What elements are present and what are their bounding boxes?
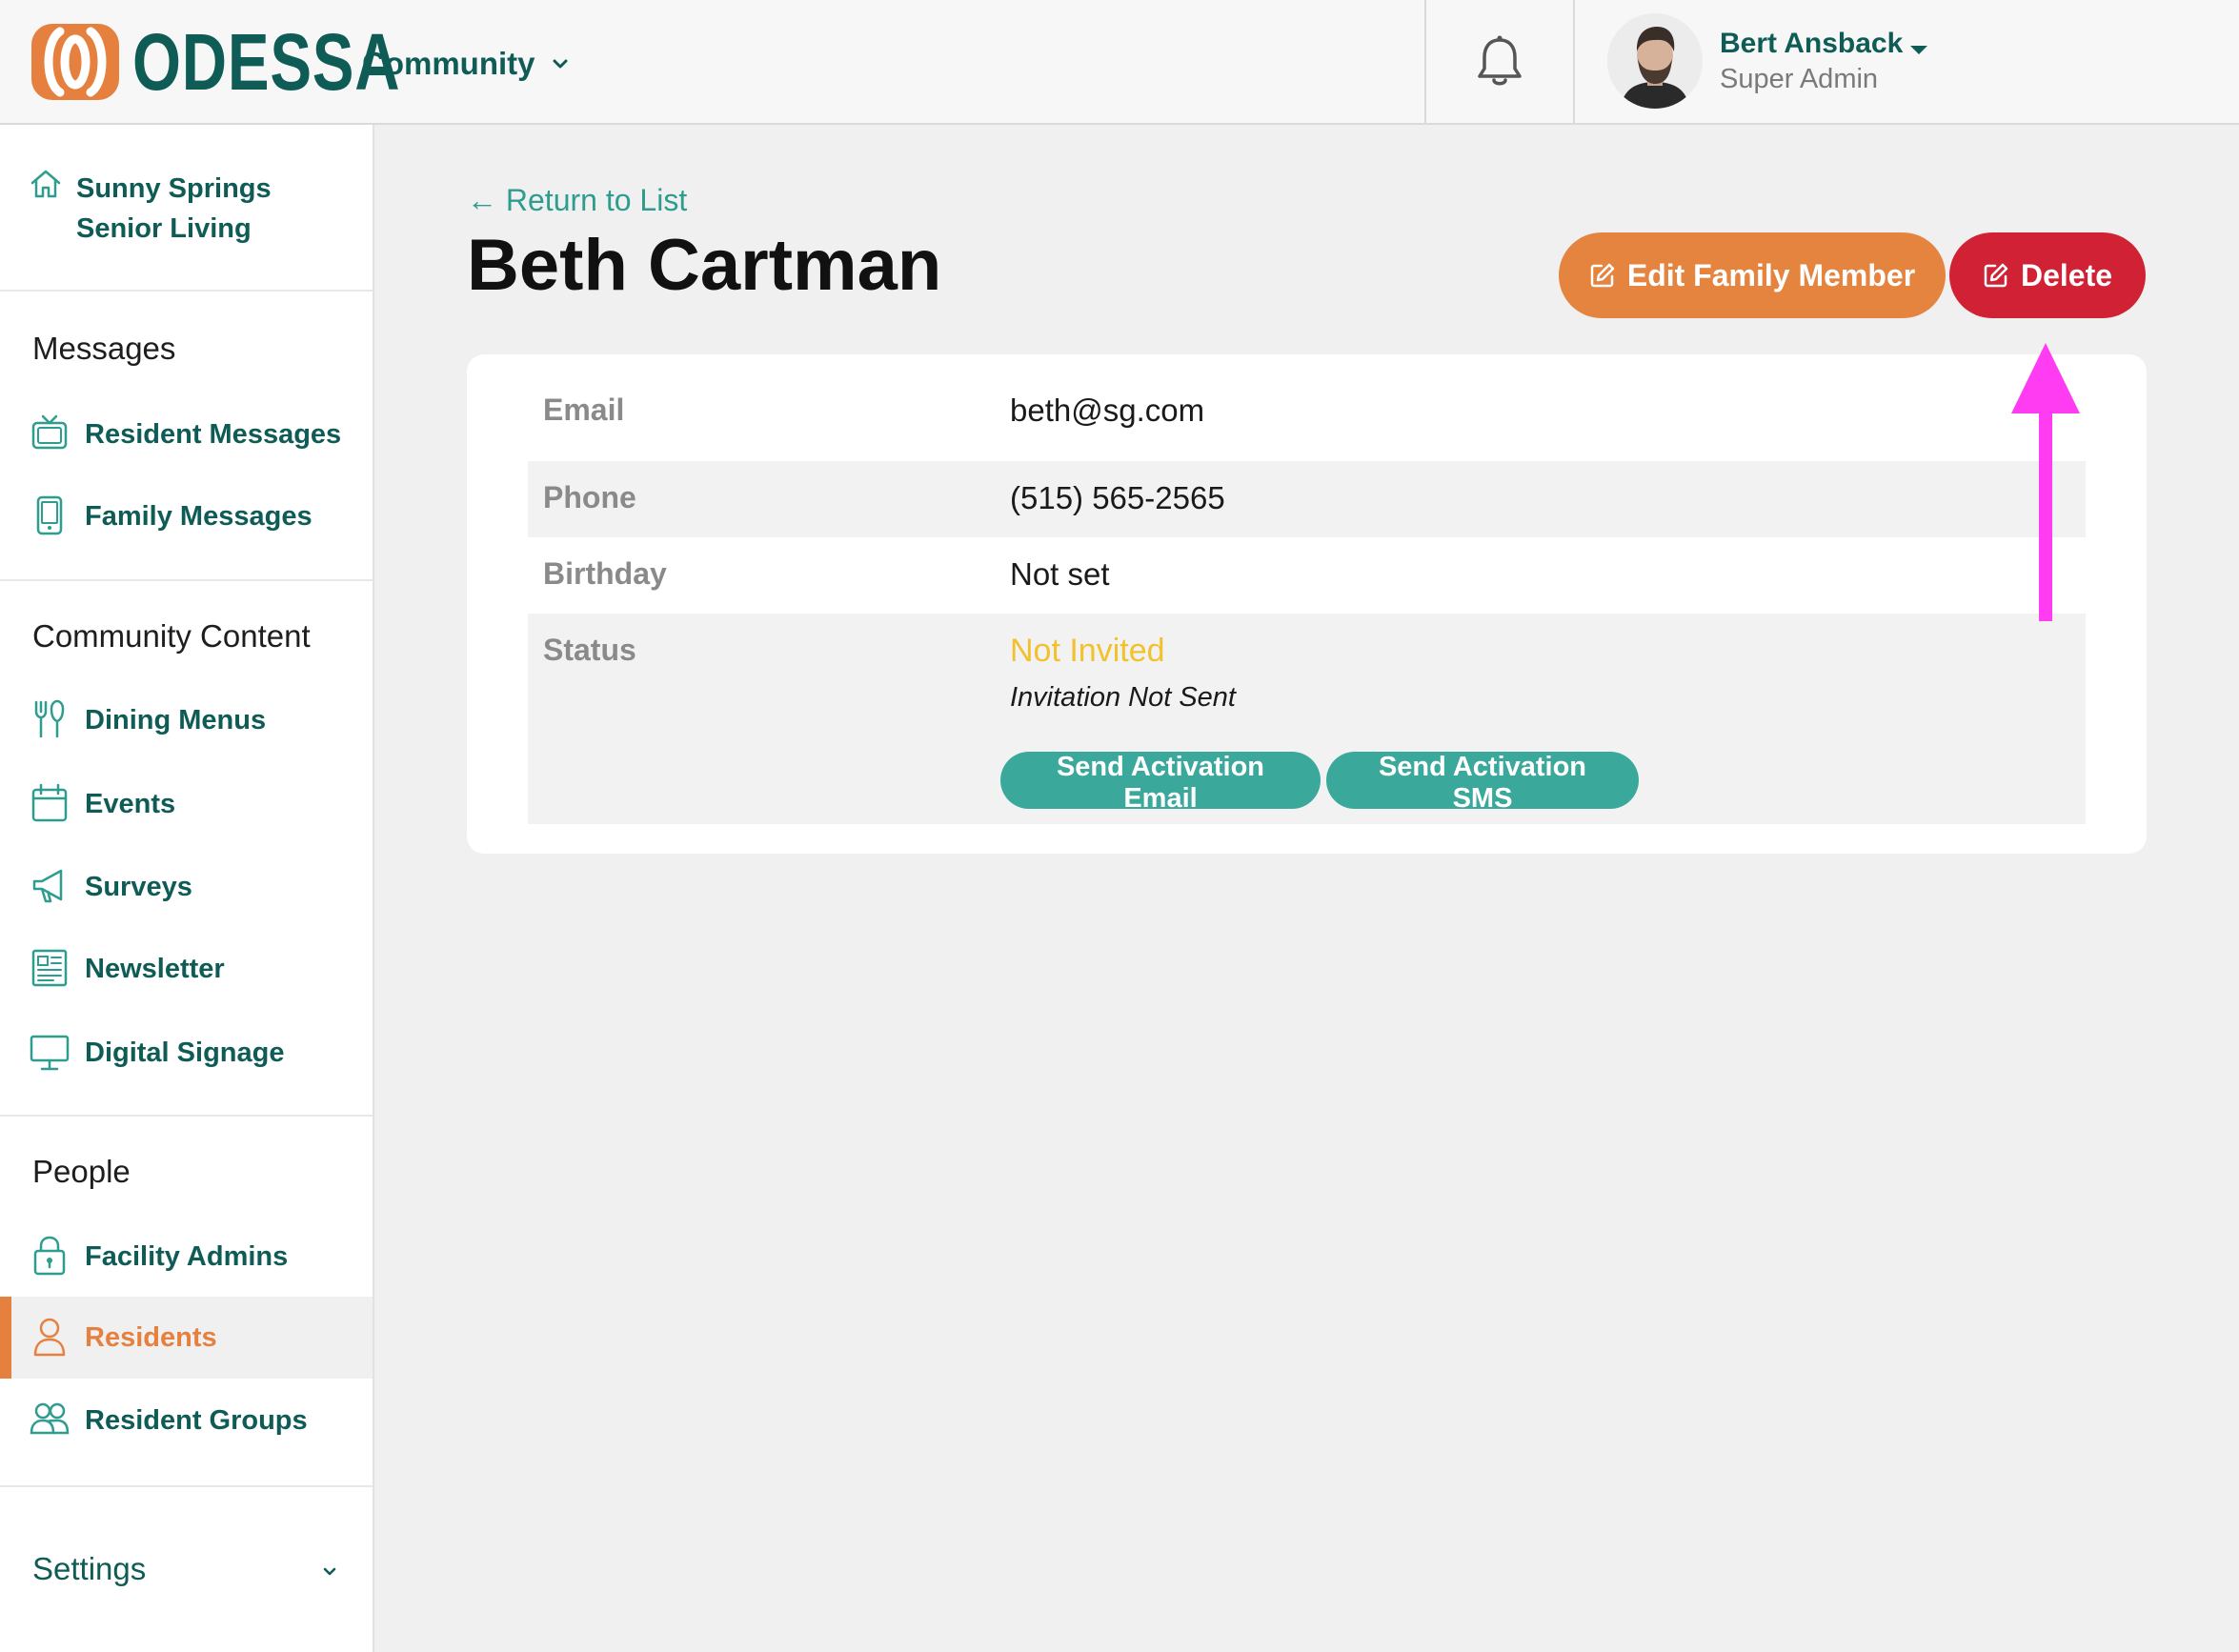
utensils-icon bbox=[34, 699, 65, 738]
detail-value-phone: (515) 565-2565 bbox=[1010, 480, 1225, 515]
page-title: Beth Cartman bbox=[467, 225, 942, 306]
sidebar-item-dining-menus[interactable]: Dining Menus bbox=[0, 679, 373, 761]
sidebar-item-resident-messages[interactable]: Resident Messages bbox=[0, 393, 373, 475]
detail-key: Status bbox=[543, 633, 636, 667]
avatar bbox=[1607, 13, 1703, 109]
top-header: ODESSA Community Bert Ansback Super Admi… bbox=[0, 0, 2239, 125]
phone-icon bbox=[36, 495, 63, 535]
user-role: Super Admin bbox=[1720, 63, 1879, 94]
person-icon bbox=[33, 1318, 66, 1357]
monitor-icon bbox=[30, 1035, 70, 1071]
tv-icon bbox=[31, 414, 68, 450]
brand-wordmark: ODESSA bbox=[132, 17, 401, 107]
detail-value-email: beth@sg.com bbox=[1010, 393, 1205, 428]
section-title-community-content: Community Content bbox=[32, 618, 311, 654]
invitation-status-text: Invitation Not Sent bbox=[1010, 682, 1236, 713]
return-to-list-link[interactable]: ← Return to List bbox=[467, 183, 687, 218]
section-title-people: People bbox=[32, 1154, 131, 1189]
notifications-button[interactable] bbox=[1424, 0, 1575, 124]
people-group-icon bbox=[30, 1402, 70, 1435]
sidebar-item-facility-admins[interactable]: Facility Admins bbox=[0, 1216, 373, 1298]
sidebar: Sunny Springs Senior Living Messages Res… bbox=[0, 125, 374, 1652]
family-member-details-card: Email beth@sg.com Phone (515) 565-2565 B… bbox=[467, 354, 2147, 854]
detail-row-phone: Phone (515) 565-2565 bbox=[528, 461, 2086, 537]
odessa-logo-mark bbox=[31, 24, 119, 100]
sidebar-item-newsletter[interactable]: Newsletter bbox=[0, 928, 373, 1010]
sidebar-item-events[interactable]: Events bbox=[0, 763, 373, 845]
detail-value-birthday: Not set bbox=[1010, 556, 1110, 592]
detail-row-email: Email beth@sg.com bbox=[528, 393, 2086, 435]
send-activation-email-button[interactable]: Send Activation Email bbox=[1000, 752, 1321, 814]
sidebar-item-digital-signage[interactable]: Digital Signage bbox=[0, 1012, 373, 1094]
newspaper-icon bbox=[31, 949, 68, 987]
annotation-arrow-icon bbox=[2011, 343, 2080, 621]
chevron-down-icon bbox=[323, 1567, 336, 1576]
detail-key: Birthday bbox=[543, 556, 667, 591]
sidebar-divider bbox=[0, 1485, 373, 1487]
sidebar-item-family-messages[interactable]: Family Messages bbox=[0, 475, 373, 557]
user-name: Bert Ansback bbox=[1720, 28, 1928, 60]
detail-key: Email bbox=[543, 393, 625, 427]
facility-name: Sunny Springs Senior Living bbox=[76, 173, 272, 244]
detail-row-birthday: Birthday Not set bbox=[528, 556, 2086, 614]
bell-icon bbox=[1478, 35, 1522, 86]
sidebar-item-residents[interactable]: Residents bbox=[0, 1297, 373, 1379]
sidebar-divider bbox=[0, 579, 373, 581]
user-menu[interactable]: Bert Ansback Super Admin bbox=[1607, 13, 1928, 109]
caret-down-icon bbox=[1910, 46, 1928, 54]
detail-row-status: Status Not Invited Invitation Not Sent S… bbox=[528, 614, 2086, 824]
home-icon bbox=[30, 170, 61, 198]
send-activation-sms-button[interactable]: Send Activation SMS bbox=[1326, 752, 1639, 814]
megaphone-icon bbox=[32, 869, 63, 903]
community-switcher[interactable]: Community bbox=[362, 40, 570, 88]
lock-icon bbox=[33, 1236, 66, 1276]
sidebar-settings-toggle[interactable]: Settings bbox=[0, 1540, 373, 1606]
facility-link[interactable]: Sunny Springs Senior Living bbox=[0, 125, 373, 292]
edit-icon bbox=[1590, 263, 1615, 288]
chevron-down-icon bbox=[553, 59, 567, 69]
sidebar-item-surveys[interactable]: Surveys bbox=[0, 846, 373, 928]
community-label: Community bbox=[362, 46, 535, 81]
settings-label: Settings bbox=[32, 1551, 147, 1586]
delete-button[interactable]: Delete bbox=[1949, 232, 2146, 318]
detail-key: Phone bbox=[543, 480, 636, 514]
calendar-icon bbox=[31, 783, 68, 822]
section-title-messages: Messages bbox=[32, 331, 176, 366]
status-badge: Not Invited bbox=[1010, 633, 1165, 669]
edit-icon bbox=[1984, 263, 2008, 288]
sidebar-item-resident-groups[interactable]: Resident Groups bbox=[0, 1380, 373, 1461]
sidebar-divider bbox=[0, 1115, 373, 1117]
edit-family-member-button[interactable]: Edit Family Member bbox=[1559, 232, 1946, 318]
